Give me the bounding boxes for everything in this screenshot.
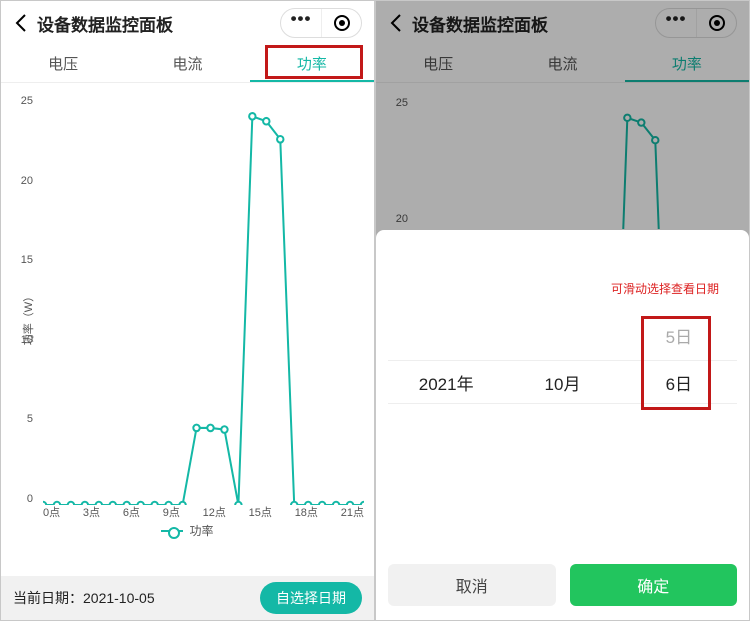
chart-area: 功率（W） 25 20 15 10 5 0 0点 3点 6点 9点 12点 15… — [1, 83, 374, 553]
y-tick: 25 — [9, 95, 33, 107]
tab-current[interactable]: 电流 — [125, 45, 249, 82]
confirm-button[interactable]: 确定 — [570, 564, 738, 606]
current-date-label: 当前日期： — [13, 588, 83, 608]
tab-power[interactable]: 功率 — [250, 45, 374, 82]
date-picker-sheet: 可滑动选择查看日期 5日 2021年 10月 6日 取消 确定 — [376, 230, 749, 620]
left-screen: 设备数据监控面板 ••• 电压 电流 功率 功率（W） 25 20 15 10 … — [0, 0, 375, 621]
y-tick: 10 — [9, 334, 33, 346]
legend-marker-icon — [161, 526, 183, 536]
line-chart-svg — [43, 95, 364, 505]
header: 设备数据监控面板 ••• — [1, 1, 374, 45]
chart-plot[interactable] — [43, 95, 364, 505]
footer: 当前日期： 2021-10-05 自选择日期 — [1, 576, 374, 620]
tab-underline — [250, 80, 374, 82]
right-screen: 设备数据监控面板 ••• 电压 电流 功率 25 20 可滑动选择查看日期 — [375, 0, 750, 621]
pick-date-button[interactable]: 自选择日期 — [260, 582, 362, 614]
current-date-value: 2021-10-05 — [83, 590, 155, 606]
menu-button[interactable]: ••• — [281, 9, 321, 37]
x-tick: 9点 — [163, 504, 180, 520]
picker-hint: 可滑动选择查看日期 — [611, 280, 719, 297]
chevron-left-icon — [15, 14, 27, 32]
y-tick: 15 — [9, 254, 33, 266]
picker-day[interactable]: 6日 — [621, 370, 737, 395]
x-tick: 18点 — [295, 504, 318, 520]
y-tick: 5 — [9, 413, 33, 425]
tabs: 电压 电流 功率 — [1, 45, 374, 83]
chart-legend: 功率 — [1, 522, 374, 539]
legend-label: 功率 — [189, 522, 213, 539]
miniprogram-capsule: ••• — [280, 8, 362, 38]
x-tick: 15点 — [249, 504, 272, 520]
target-icon — [334, 15, 350, 31]
page-title: 设备数据监控面板 — [37, 11, 280, 36]
x-tick: 3点 — [83, 504, 100, 520]
menu-dots-icon: ••• — [291, 9, 312, 29]
x-tick: 12点 — [203, 504, 226, 520]
picker-day-prev[interactable]: 5日 — [621, 323, 737, 348]
x-tick: 21点 — [341, 504, 364, 520]
cancel-button[interactable]: 取消 — [388, 564, 556, 606]
picker-month[interactable]: 10月 — [504, 370, 620, 395]
picker-year[interactable]: 2021年 — [388, 370, 504, 395]
date-picker[interactable]: 5日 2021年 10月 6日 — [388, 360, 737, 404]
y-tick: 20 — [9, 175, 33, 187]
x-tick: 6点 — [123, 504, 140, 520]
y-axis-ticks: 25 20 15 10 5 0 — [9, 95, 33, 505]
y-tick: 0 — [9, 493, 33, 505]
close-button[interactable] — [321, 9, 361, 37]
x-tick: 0点 — [43, 504, 60, 520]
x-axis-ticks: 0点 3点 6点 9点 12点 15点 18点 21点 — [43, 504, 364, 520]
sheet-buttons: 取消 确定 — [388, 564, 737, 606]
back-button[interactable] — [9, 11, 33, 35]
tab-voltage[interactable]: 电压 — [1, 45, 125, 82]
